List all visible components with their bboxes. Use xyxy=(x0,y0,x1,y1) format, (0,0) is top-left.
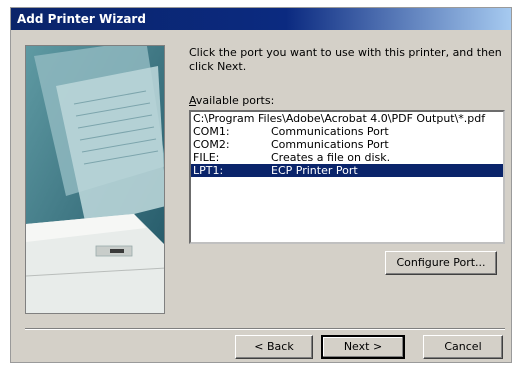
wizard-illustration xyxy=(25,45,165,314)
port-name: FILE: xyxy=(193,151,220,164)
available-ports-label: Available ports: xyxy=(189,94,274,107)
port-description: Creates a file on disk. xyxy=(271,151,391,164)
port-row-selected[interactable]: LPT1: ECP Printer Port xyxy=(191,164,503,177)
ports-label-accelerator: A xyxy=(189,94,196,107)
available-ports-listbox[interactable]: C:\Program Files\Adobe\Acrobat 4.0\PDF O… xyxy=(189,110,505,244)
port-row[interactable]: COM1: Communications Port xyxy=(191,125,503,138)
ports-label-text: vailable ports: xyxy=(195,94,275,107)
window-title: Add Printer Wizard xyxy=(17,12,146,26)
port-name: COM1: xyxy=(193,125,230,138)
cancel-button[interactable]: Cancel xyxy=(423,335,503,359)
add-printer-wizard-window: Add Printer Wizard Click the port you wa… xyxy=(10,7,512,363)
port-row[interactable]: COM2: Communications Port xyxy=(191,138,503,151)
port-name: C:\Program Files\Adobe\Acrobat 4.0\PDF O… xyxy=(193,112,486,125)
port-description: ECP Printer Port xyxy=(271,164,358,177)
port-row[interactable]: C:\Program Files\Adobe\Acrobat 4.0\PDF O… xyxy=(191,112,503,125)
port-description: Communications Port xyxy=(271,125,389,138)
port-row[interactable]: FILE: Creates a file on disk. xyxy=(191,151,503,164)
next-button[interactable]: Next > xyxy=(321,335,405,359)
back-button[interactable]: < Back xyxy=(235,335,313,359)
configure-port-button[interactable]: Configure Port... xyxy=(385,251,497,275)
port-description: Communications Port xyxy=(271,138,389,151)
instruction-text: Click the port you want to use with this… xyxy=(189,46,502,73)
port-name: LPT1: xyxy=(193,164,224,177)
printer-paper-image xyxy=(26,46,164,313)
port-name: COM2: xyxy=(193,138,230,151)
title-bar: Add Printer Wizard xyxy=(11,8,511,30)
button-separator xyxy=(25,328,505,330)
